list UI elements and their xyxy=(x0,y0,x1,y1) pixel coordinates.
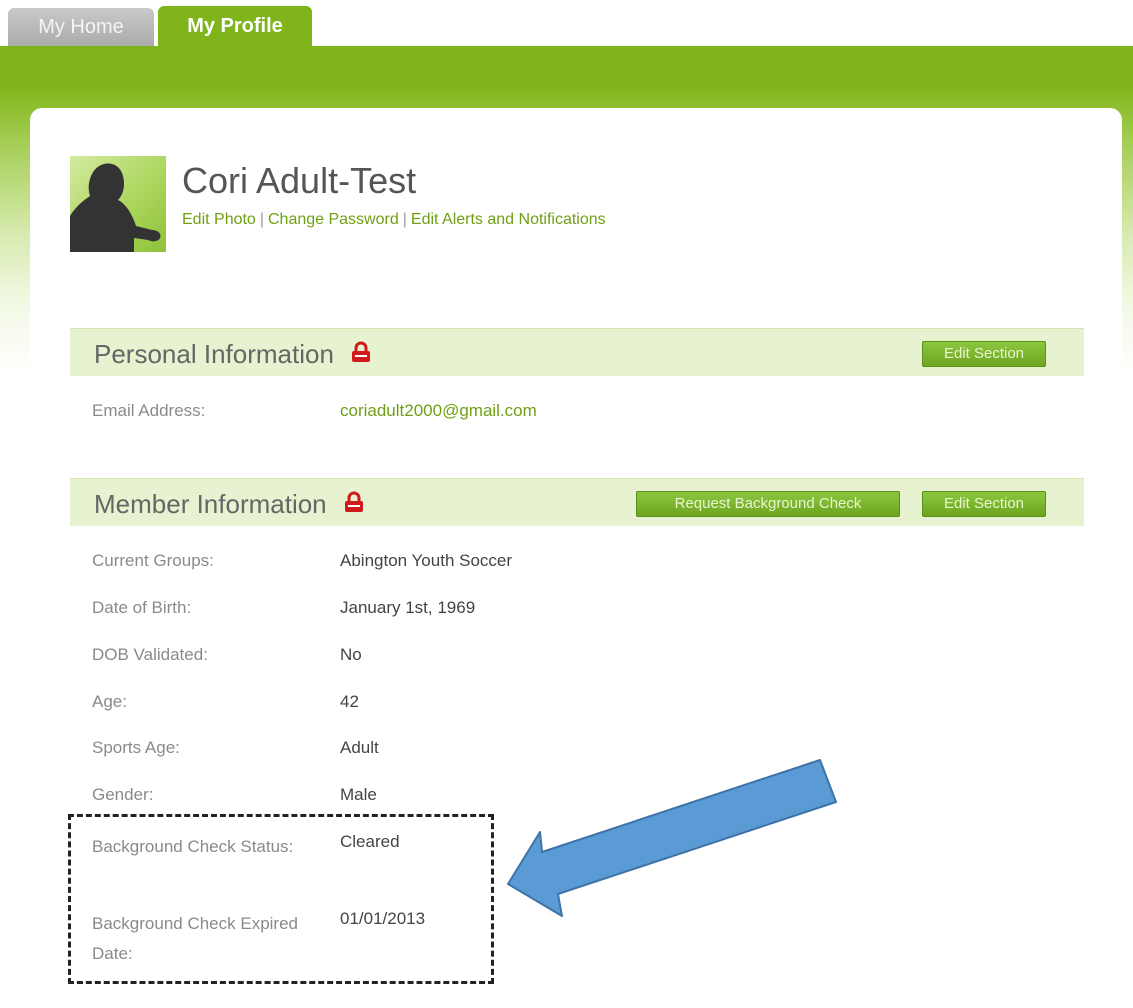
field-label-email: Email Address: xyxy=(92,401,206,420)
edit-photo-link[interactable]: Edit Photo xyxy=(182,211,256,228)
field-value-current-groups: Abington Youth Soccer xyxy=(340,551,513,570)
request-background-check-button[interactable]: Request Background Check xyxy=(636,491,900,517)
edit-section-button-member[interactable]: Edit Section xyxy=(922,491,1046,517)
tab-my-home[interactable]: My Home xyxy=(8,8,154,48)
field-value-sports-age: Adult xyxy=(340,738,379,757)
profile-name: Cori Adult-Test xyxy=(182,160,417,201)
link-separator: | xyxy=(259,211,264,228)
edit-alerts-link[interactable]: Edit Alerts and Notifications xyxy=(411,211,606,228)
section-title-personal: Personal Information xyxy=(94,339,371,370)
person-silhouette-icon xyxy=(70,163,161,252)
tab-bar: My Home My Profile xyxy=(0,0,1133,48)
member-information-header: Member Information Request Background Ch… xyxy=(70,478,1084,526)
section-title-member: Member Information xyxy=(94,489,364,520)
section-title-text: Member Information xyxy=(94,489,327,519)
lock-icon xyxy=(344,489,364,520)
section-title-text: Personal Information xyxy=(94,339,334,369)
edit-section-button-personal[interactable]: Edit Section xyxy=(922,341,1046,367)
field-label-age: Age: xyxy=(92,692,127,711)
change-password-link[interactable]: Change Password xyxy=(268,211,399,228)
field-value-age: 42 xyxy=(340,692,359,711)
tab-my-profile[interactable]: My Profile xyxy=(158,6,312,48)
highlight-box xyxy=(68,814,494,984)
personal-information-header: Personal Information Edit Section xyxy=(70,328,1084,376)
field-value-dob-validated: No xyxy=(340,645,362,664)
field-label-sports-age: Sports Age: xyxy=(92,738,180,757)
field-value-email[interactable]: coriadult2000@gmail.com xyxy=(340,401,537,421)
lock-icon xyxy=(351,339,371,370)
link-separator: | xyxy=(402,211,407,228)
field-value-date-of-birth: January 1st, 1969 xyxy=(340,598,476,617)
field-label-current-groups: Current Groups: xyxy=(92,551,214,570)
field-label-date-of-birth: Date of Birth: xyxy=(92,598,192,617)
field-value-gender: Male xyxy=(340,785,377,804)
arrow-icon xyxy=(507,759,837,917)
field-label-gender: Gender: xyxy=(92,785,154,804)
profile-links: Edit Photo | Change Password | Edit Alerts a… xyxy=(182,211,606,229)
avatar xyxy=(70,156,166,252)
field-label-dob-validated: DOB Validated: xyxy=(92,645,208,664)
